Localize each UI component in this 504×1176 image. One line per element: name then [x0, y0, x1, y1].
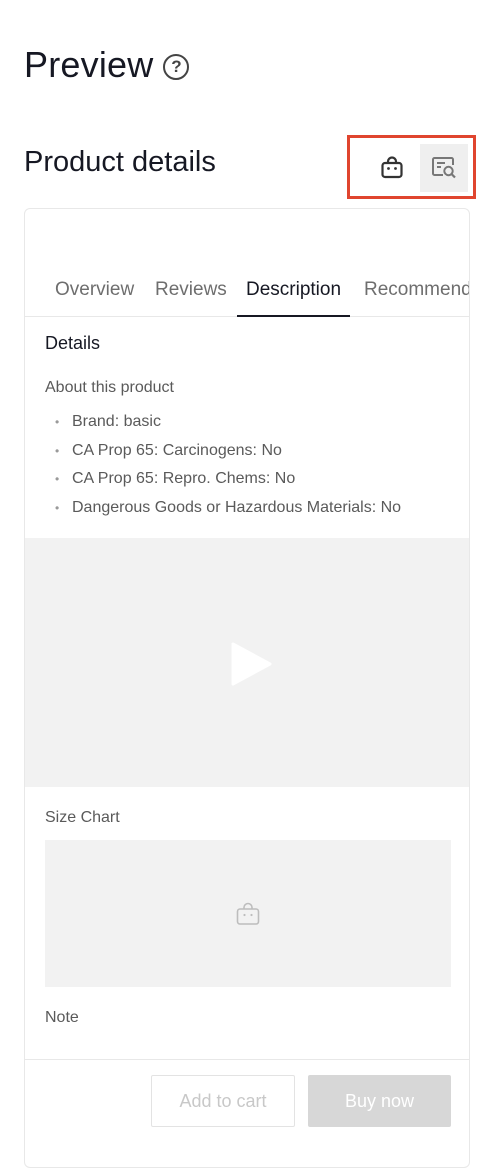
- about-product-title: About this product: [45, 379, 174, 396]
- attribute-text: CA Prop 65: Repro. Chems: No: [72, 470, 296, 487]
- product-preview-card: Overview Reviews Description Recommendat…: [24, 208, 470, 1168]
- video-player[interactable]: [25, 538, 469, 787]
- search-window-icon: [432, 157, 456, 179]
- list-item: • CA Prop 65: Carcinogens: No: [55, 439, 401, 468]
- list-item: • Brand: basic: [55, 410, 401, 439]
- shopping-bag-icon: [381, 156, 403, 179]
- page-header: Preview ?: [24, 44, 190, 86]
- list-item: • CA Prop 65: Repro. Chems: No: [55, 467, 401, 496]
- play-icon[interactable]: [230, 640, 274, 688]
- attribute-text: Brand: basic: [72, 413, 161, 430]
- view-toggle: [347, 135, 476, 199]
- shopping-bag-icon: [236, 902, 260, 925]
- note-label: Note: [45, 1009, 79, 1026]
- search-view-button[interactable]: [420, 144, 468, 192]
- tab-bar: Overview Reviews Description Recommendat…: [25, 267, 469, 317]
- add-to-cart-button[interactable]: Add to cart: [151, 1075, 295, 1127]
- section-title: Product details: [24, 146, 216, 178]
- bullet-icon: •: [55, 443, 60, 458]
- tab-reviews[interactable]: Reviews: [155, 279, 227, 317]
- attribute-text: CA Prop 65: Carcinogens: No: [72, 441, 282, 459]
- size-chart-image: [45, 840, 451, 987]
- details-title: Details: [45, 333, 101, 353]
- shop-view-button[interactable]: [368, 144, 416, 192]
- attribute-list: • Brand: basic • CA Prop 65: Carcinogens: …: [55, 410, 401, 524]
- help-icon[interactable]: ?: [163, 54, 190, 80]
- action-footer: Add to cart Buy now: [25, 1059, 469, 1167]
- bullet-icon: •: [55, 415, 60, 429]
- tab-recommendations[interactable]: Recommendations: [364, 279, 469, 317]
- bullet-icon: •: [55, 500, 60, 515]
- page-title: Preview: [24, 44, 154, 85]
- tab-overview[interactable]: Overview: [55, 279, 134, 317]
- size-chart-label: Size Chart: [45, 809, 120, 826]
- list-item: • Dangerous Goods or Hazardous Materials:…: [55, 496, 401, 525]
- buy-now-button[interactable]: Buy now: [308, 1075, 451, 1127]
- attribute-text: Dangerous Goods or Hazardous Materials: …: [72, 498, 402, 516]
- tab-description[interactable]: Description: [237, 279, 351, 317]
- bullet-icon: •: [55, 472, 60, 486]
